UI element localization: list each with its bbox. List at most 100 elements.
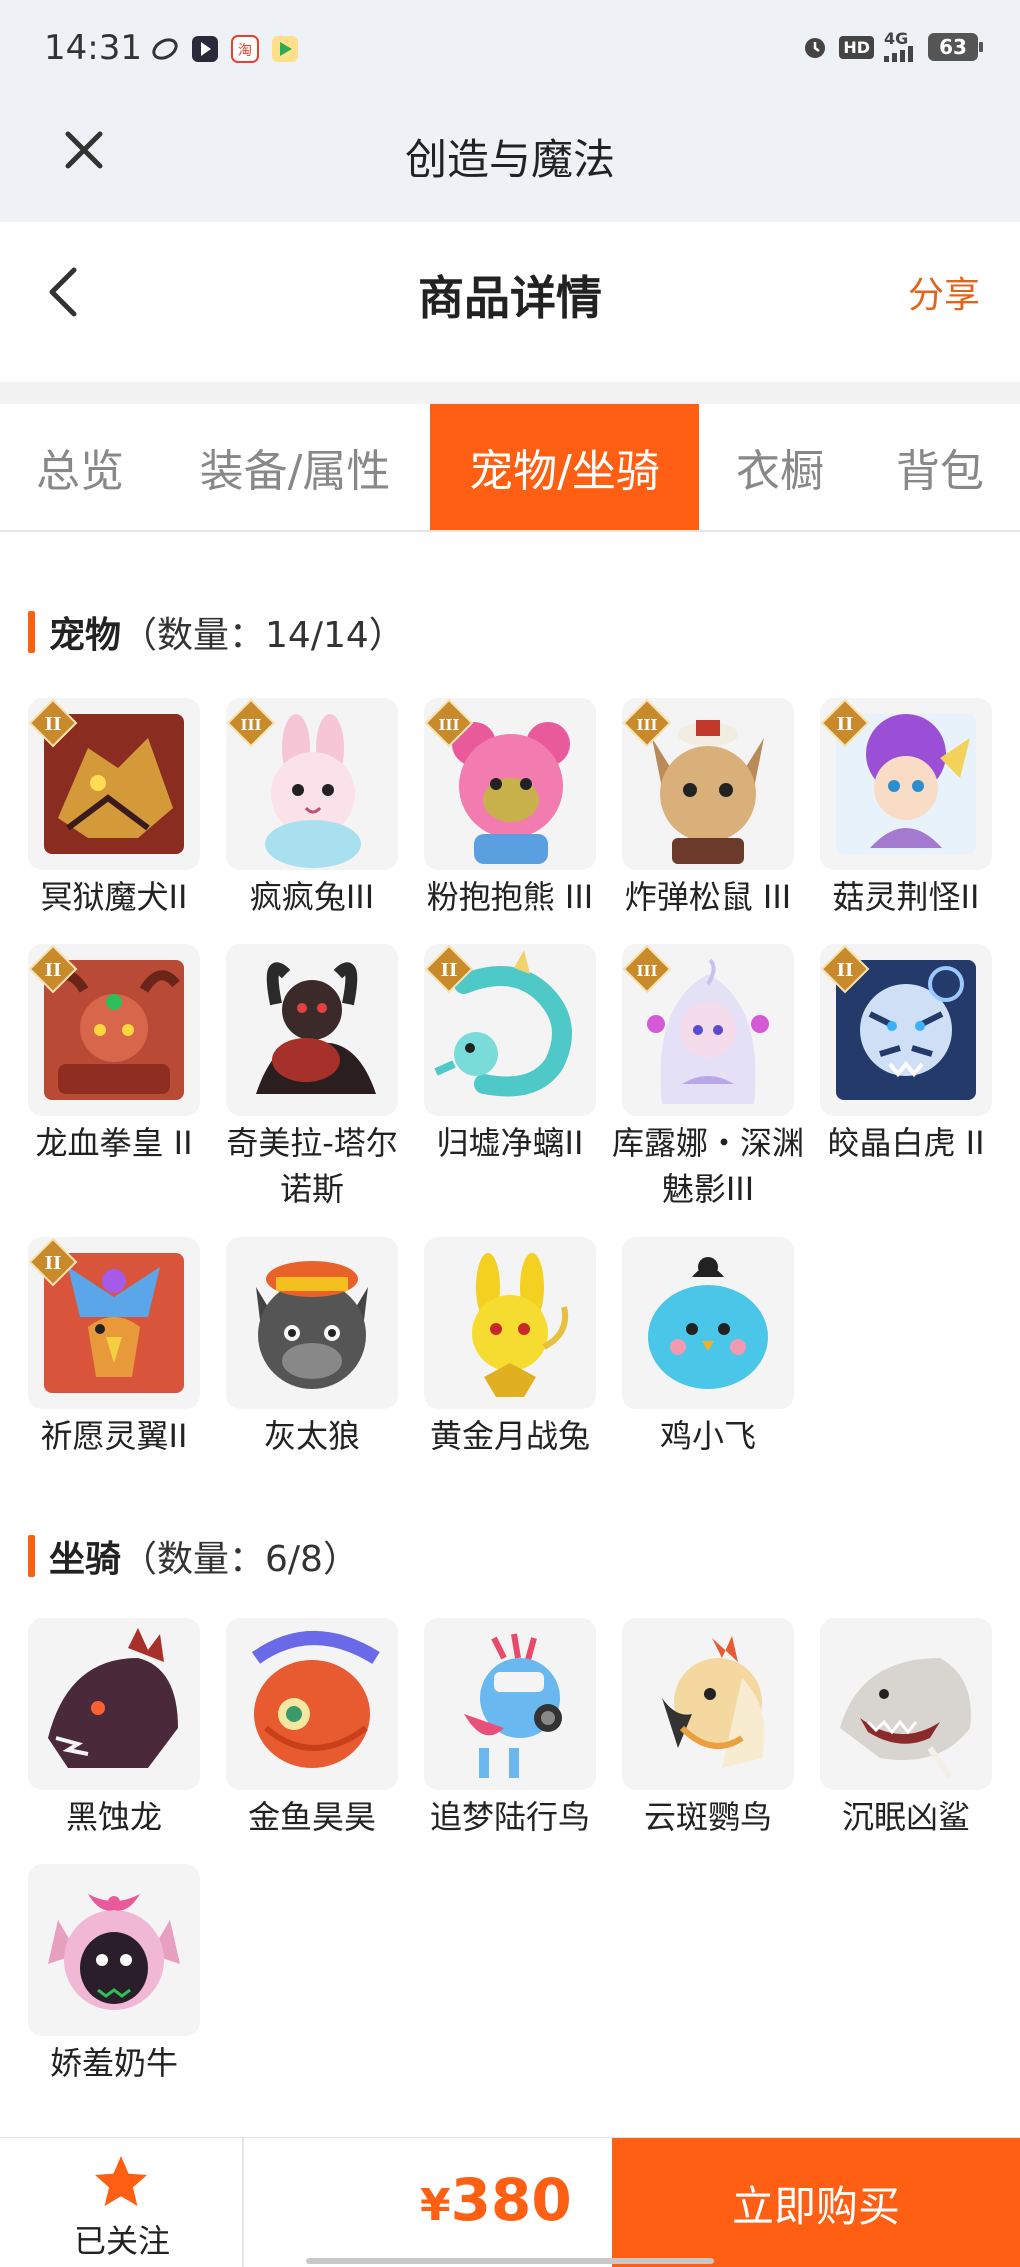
svg-text:II: II <box>441 960 458 981</box>
mount-thumbnail <box>424 1618 596 1790</box>
pet-item[interactable]: II 冥狱魔犬II <box>28 698 200 920</box>
mount-thumbnail <box>622 1618 794 1790</box>
status-indicators: HD 4G 63 <box>801 29 983 62</box>
pet-name: 鸡小飞 <box>659 1417 756 1455</box>
pet-name: 龙血拳皇 II <box>35 1124 193 1162</box>
mount-item[interactable]: 追梦陆行鸟 <box>424 1618 596 1840</box>
follow-button[interactable]: 已关注 <box>0 2138 244 2267</box>
rank-badge-icon: II <box>820 944 870 994</box>
pet-thumbnail: III <box>424 698 596 870</box>
mounts-title: 坐骑 <box>49 1539 122 1580</box>
svg-text:III: III <box>438 716 459 734</box>
network-type: 4G <box>884 29 909 48</box>
rank-badge-icon: III <box>226 698 276 748</box>
pets-section-title: 宠物 （数量：14/14） <box>28 606 405 658</box>
mount-name: 追梦陆行鸟 <box>429 1798 590 1836</box>
star-icon <box>95 2156 147 2206</box>
pet-item[interactable]: III 粉抱抱熊 III <box>424 698 596 920</box>
alarm-icon <box>801 33 829 61</box>
tab-bar: 总览 装备/属性 宠物/坐骑 衣橱 背包 <box>0 404 1020 532</box>
pet-item[interactable]: II 龙血拳皇 II <box>28 944 200 1166</box>
mount-name: 娇羞奶牛 <box>49 2044 178 2082</box>
pet-thumbnail: II <box>28 1237 200 1409</box>
pet-name: 奇美拉-塔尔诺斯 <box>226 1124 398 1208</box>
mounts-count: （数量：6/8） <box>121 1539 359 1580</box>
pet-item[interactable]: 灰太狼 <box>226 1237 398 1459</box>
section-divider <box>0 382 1020 404</box>
svg-text:II: II <box>45 1253 62 1274</box>
pet-name: 库露娜・深渊魅影III <box>611 1124 804 1208</box>
video-app-icon <box>190 34 220 64</box>
tab-pets-mounts[interactable]: 宠物/坐骑 <box>430 404 699 530</box>
pet-name: 粉抱抱熊 III <box>426 878 594 916</box>
mount-item[interactable]: 沉眠凶鲨 <box>820 1618 992 1840</box>
rank-badge-icon: II <box>28 1237 78 1287</box>
rank-badge-icon: III <box>622 944 672 994</box>
pet-item[interactable]: III 疯疯兔III <box>226 698 398 920</box>
section-accent-bar <box>28 611 35 653</box>
pet-thumbnail: II <box>28 944 200 1116</box>
rank-badge-icon: II <box>424 944 474 994</box>
mount-name: 黑蚀龙 <box>65 1798 162 1836</box>
mount-item[interactable]: 云斑鹦鸟 <box>622 1618 794 1840</box>
pet-item[interactable]: II 菇灵荆怪II <box>820 698 992 920</box>
mount-name: 沉眠凶鲨 <box>841 1798 970 1836</box>
pet-thumbnail: III <box>226 698 398 870</box>
buy-now-button[interactable]: 立即购买 <box>612 2138 1020 2267</box>
pets-count: （数量：14/14） <box>121 615 405 656</box>
pet-item[interactable]: II 祈愿灵翼II <box>28 1237 200 1459</box>
pet-name: 皎晶白虎 II <box>827 1124 985 1162</box>
svg-text:II: II <box>837 714 854 735</box>
pet-item[interactable]: III 炸弹松鼠 III <box>622 698 794 920</box>
svg-text:III: III <box>636 716 657 734</box>
price-currency: ¥ <box>420 2180 451 2231</box>
rank-badge-icon: III <box>622 698 672 748</box>
pet-item[interactable]: III 库露娜・深渊魅影III <box>612 944 804 1212</box>
pet-name: 灰太狼 <box>263 1417 360 1455</box>
svg-text:III: III <box>240 716 261 734</box>
rank-badge-icon: III <box>424 698 474 748</box>
pet-thumbnail <box>424 1237 596 1409</box>
pet-item[interactable]: 鸡小飞 <box>622 1237 794 1459</box>
svg-text:III: III <box>636 962 657 980</box>
rank-badge-icon: II <box>820 698 870 748</box>
taobao-app-icon: 淘 <box>230 34 260 64</box>
tab-equipment[interactable]: 装备/属性 <box>180 404 410 530</box>
game-app-icon <box>270 34 300 64</box>
mount-thumbnail <box>28 1618 200 1790</box>
app-title: 创造与魔法 <box>404 135 615 184</box>
status-app-icons: 淘 <box>150 34 300 64</box>
status-time: 14:31 <box>44 28 142 68</box>
rank-badge-icon: II <box>28 698 78 748</box>
pet-name: 炸弹松鼠 III <box>624 878 792 916</box>
page-nav: 商品详情 分享 <box>0 222 1020 382</box>
mount-item[interactable]: 黑蚀龙 <box>28 1618 200 1840</box>
pet-thumbnail: III <box>622 698 794 870</box>
pet-name: 归墟净螭II <box>436 1124 584 1162</box>
pet-thumbnail: III <box>622 944 794 1116</box>
pet-thumbnail: II <box>28 698 200 870</box>
pet-item[interactable]: II 归墟净螭II <box>424 944 596 1166</box>
pet-item[interactable]: II 皎晶白虎 II <box>820 944 992 1166</box>
pet-thumbnail <box>226 1237 398 1409</box>
mount-item[interactable]: 娇羞奶牛 <box>28 1864 200 2086</box>
pet-item[interactable]: 黄金月战兔 <box>424 1237 596 1459</box>
mount-item[interactable]: 金鱼昊昊 <box>226 1618 398 1840</box>
top-area: 14:31 淘 HD 4G 63 创造与魔法 <box>0 0 1020 222</box>
mount-name: 云斑鹦鸟 <box>643 1798 772 1836</box>
signal-icon: 4G <box>884 29 918 62</box>
pet-thumbnail: II <box>820 698 992 870</box>
pets-title: 宠物 <box>49 615 122 656</box>
mount-thumbnail <box>226 1618 398 1790</box>
pet-name: 菇灵荆怪II <box>832 878 980 916</box>
pet-name: 祈愿灵翼II <box>40 1417 188 1455</box>
tab-wardrobe[interactable]: 衣橱 <box>710 404 850 530</box>
tab-backpack[interactable]: 背包 <box>870 404 1010 530</box>
home-indicator[interactable] <box>306 2258 714 2264</box>
pet-thumbnail <box>226 944 398 1116</box>
pet-item[interactable]: 奇美拉-塔尔诺斯 <box>226 944 398 1212</box>
pet-thumbnail: II <box>820 944 992 1116</box>
tab-overview[interactable]: 总览 <box>0 404 160 530</box>
share-button[interactable]: 分享 <box>908 266 980 318</box>
svg-text:II: II <box>837 960 854 981</box>
